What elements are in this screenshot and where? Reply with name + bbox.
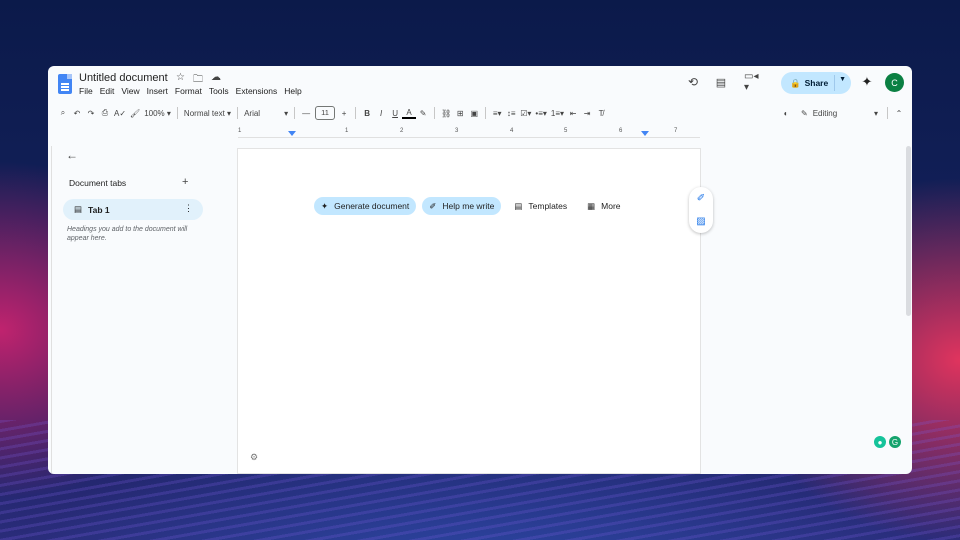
bold-icon[interactable]: B [360, 104, 374, 122]
numbered-list-icon[interactable]: 1≡▾ [549, 104, 566, 122]
docs-window: Untitled document ☆ 🗀 ☁ File Edit View I… [48, 66, 912, 474]
underline-icon[interactable]: U [388, 104, 402, 122]
more-button[interactable]: ▦ More [580, 197, 627, 215]
menu-edit[interactable]: Edit [100, 86, 115, 96]
menu-tools[interactable]: Tools [209, 86, 229, 96]
line-spacing-icon[interactable]: ↕≡ [504, 104, 518, 122]
right-indent-marker[interactable] [641, 131, 649, 136]
share-button[interactable]: 🔒 Share ▼ [781, 72, 851, 94]
toolbar: ⌕ ↶ ↷ ⎙ A✓ 🖌 100% ▾ Normal text ▾ Arial ▾… [56, 104, 906, 122]
avatar[interactable]: C [885, 73, 904, 92]
font-select[interactable]: Arial ▾ [242, 104, 290, 122]
clear-formatting-icon[interactable]: T̸ [594, 104, 608, 122]
grammarly-tip-icon[interactable]: ● [874, 436, 886, 448]
menu-extensions[interactable]: Extensions [236, 86, 278, 96]
voice-typing-icon[interactable]: ◐ [779, 104, 793, 122]
generate-document-button[interactable]: ✦ Generate document [314, 197, 417, 215]
document-tabs-heading: Document tabs [69, 178, 127, 188]
menu-file[interactable]: File [79, 86, 93, 96]
document-icon: ▤ [74, 204, 83, 214]
document-title[interactable]: Untitled document [79, 72, 168, 84]
meet-icon[interactable]: ▭◂ ▾ [744, 71, 766, 93]
font-size-field[interactable]: 11 [313, 104, 337, 122]
lock-icon: 🔒 [790, 77, 801, 88]
style-select[interactable]: Normal text ▾ [182, 104, 233, 122]
spellcheck-icon[interactable]: A✓ [112, 104, 128, 122]
floating-actions: ✐ ▨ [689, 187, 713, 233]
vertical-ruler [48, 146, 52, 474]
image-edit-icon[interactable]: ▨ [696, 216, 705, 227]
help-me-write-button[interactable]: ✐ Help me write [422, 197, 502, 215]
title-bar: Untitled document ☆ 🗀 ☁ File Edit View I… [48, 66, 912, 102]
font-value: Arial [244, 108, 261, 118]
smart-chips: ✦ Generate document ✐ Help me write ▤ Te… [314, 197, 628, 215]
decrease-font-icon[interactable]: — [299, 104, 313, 122]
add-comment-icon[interactable]: ⊞ [453, 104, 467, 122]
comments-icon[interactable]: ▤ [713, 74, 729, 90]
paint-format-icon[interactable]: 🖌 [128, 104, 142, 122]
version-history-icon[interactable]: ⟲ [685, 74, 701, 90]
page-settings-icon[interactable]: ⚙ [250, 452, 258, 463]
redo-icon[interactable]: ↷ [84, 104, 98, 122]
editing-mode-select[interactable]: ✎ Editing [799, 104, 869, 122]
templates-icon: ▤ [514, 200, 523, 211]
menu-bar: File Edit View Insert Format Tools Exten… [79, 86, 302, 96]
print-icon[interactable]: ⎙ [98, 104, 112, 122]
sparkle-icon: ✦ [321, 200, 329, 211]
editing-mode-value: Editing [812, 108, 838, 118]
insert-image-icon[interactable]: ▣ [467, 104, 481, 122]
more-icon: ▦ [587, 200, 596, 211]
magic-pen-icon: ✐ [429, 200, 437, 211]
back-arrow-icon[interactable]: ← [66, 148, 78, 162]
menu-view[interactable]: View [121, 86, 139, 96]
help-me-write-icon[interactable]: ✐ [697, 193, 705, 204]
left-indent-marker[interactable] [288, 131, 296, 136]
horizontal-ruler[interactable]: 1 1 2 3 4 5 6 7 [238, 128, 700, 138]
templates-button[interactable]: ▤ Templates [507, 197, 574, 215]
pencil-icon: ✎ [801, 108, 808, 118]
tab-label: Tab 1 [88, 204, 110, 215]
share-label: Share [804, 78, 829, 88]
checklist-icon[interactable]: ☑▾ [518, 104, 533, 122]
zoom-value: 100% [144, 108, 165, 118]
tab-item[interactable]: ▤ Tab 1 ⋮ [63, 199, 203, 220]
docs-logo-icon[interactable] [58, 74, 72, 94]
style-value: Normal text [183, 108, 225, 118]
text-color-icon[interactable]: A [402, 107, 417, 119]
bulleted-list-icon[interactable]: •≡▾ [533, 104, 548, 122]
search-menus-icon[interactable]: ⌕ [56, 104, 70, 122]
grammarly-icon[interactable]: G [889, 436, 901, 448]
decrease-indent-icon[interactable]: ⇤ [566, 104, 580, 122]
menu-insert[interactable]: Insert [147, 86, 168, 96]
gemini-icon[interactable]: ✦ [859, 74, 875, 90]
link-icon[interactable]: ⛓ [439, 104, 453, 122]
tab-options-icon[interactable]: ⋮ [184, 203, 193, 214]
add-tab-icon[interactable]: + [182, 176, 188, 188]
outline-hint: Headings you add to the document will ap… [67, 226, 188, 243]
zoom-select[interactable]: 100% ▾ [142, 104, 173, 122]
increase-indent-icon[interactable]: ⇥ [580, 104, 594, 122]
increase-font-icon[interactable]: + [337, 104, 351, 122]
scrollbar[interactable] [906, 146, 911, 316]
highlight-icon[interactable]: ✎ [416, 104, 430, 122]
italic-icon[interactable]: I [374, 104, 388, 122]
align-icon[interactable]: ≡▾ [490, 104, 504, 122]
chevron-down-icon[interactable]: ▾ [869, 104, 883, 122]
menu-format[interactable]: Format [175, 86, 202, 96]
collapse-menus-icon[interactable]: ⌃ [892, 104, 906, 122]
menu-help[interactable]: Help [284, 86, 301, 96]
share-dropdown-icon[interactable]: ▼ [839, 76, 846, 83]
undo-icon[interactable]: ↶ [70, 104, 84, 122]
